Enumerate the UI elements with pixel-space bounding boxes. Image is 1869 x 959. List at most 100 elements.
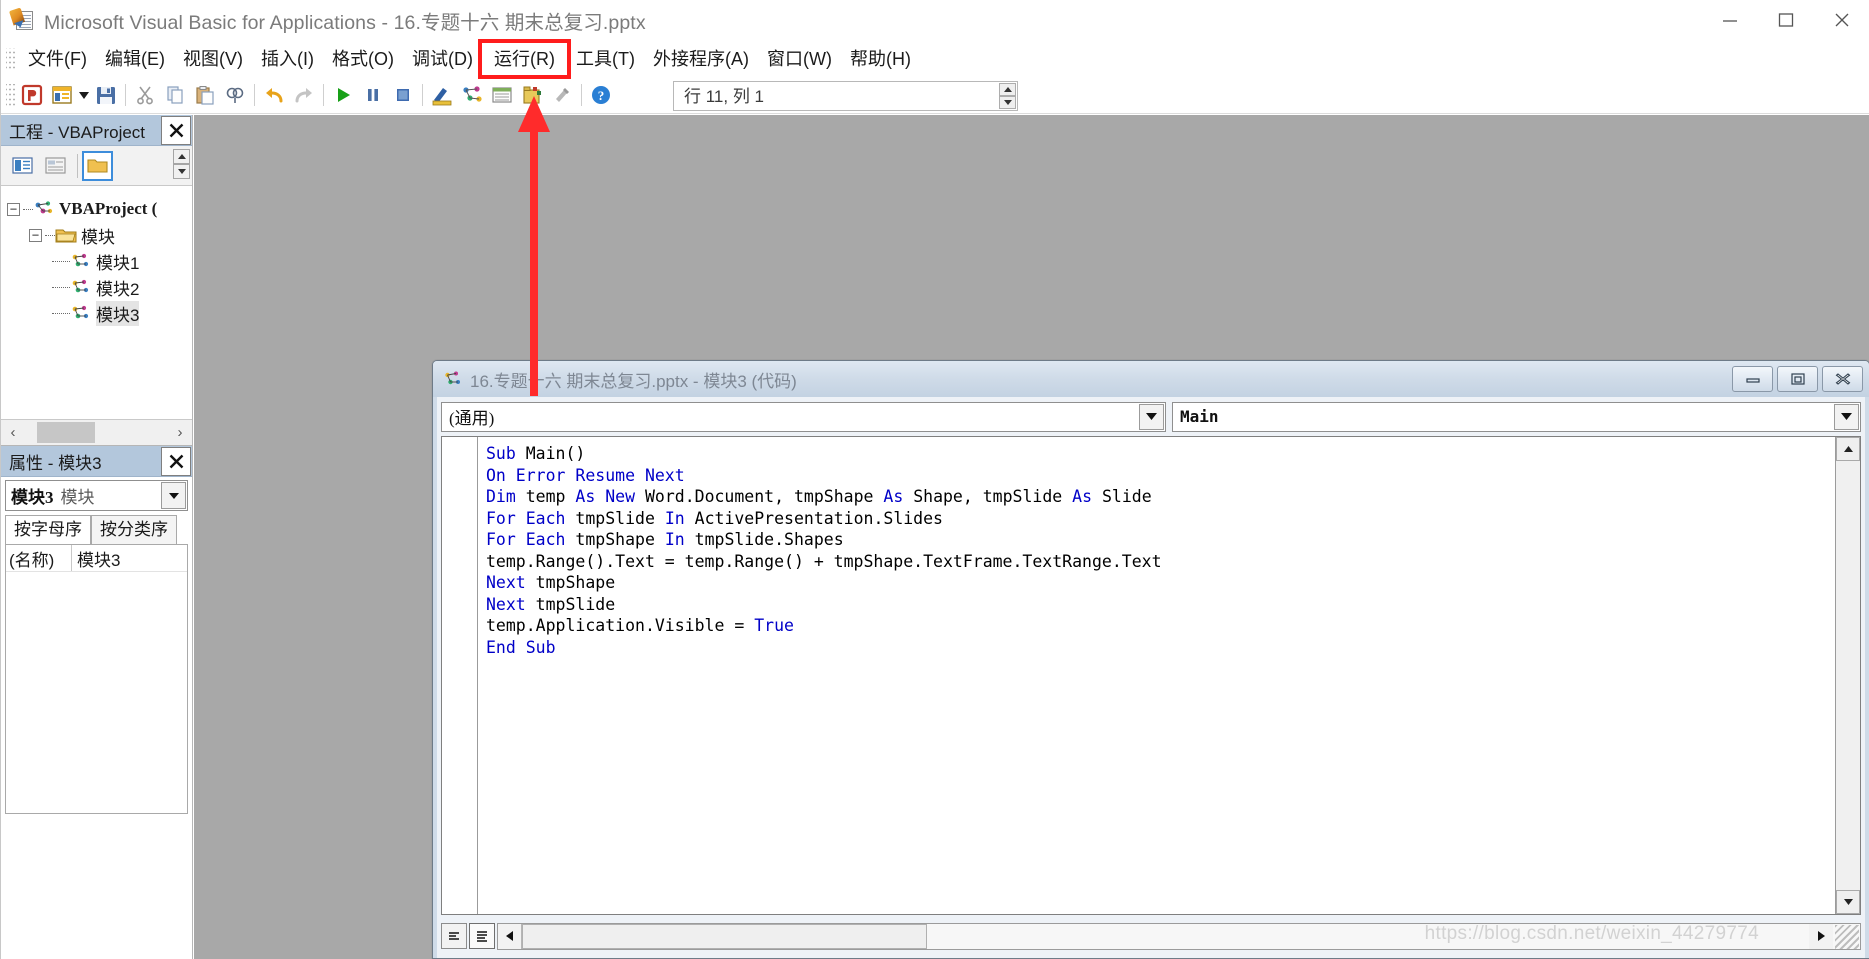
code-margin-indicator-bar[interactable]	[442, 437, 478, 914]
property-value[interactable]: 模块3	[72, 546, 120, 571]
code-keyword: For Each	[486, 530, 566, 549]
scroll-thumb[interactable]	[37, 422, 95, 443]
scroll-right-arrow[interactable]	[1809, 923, 1833, 949]
object-combo[interactable]: (通用)	[441, 401, 1166, 432]
menu-item-tools[interactable]: 工具(T)	[567, 43, 644, 75]
scroll-left-arrow[interactable]: ‹	[1, 420, 25, 445]
code-keyword: As New	[575, 487, 636, 506]
minimize-icon[interactable]	[1702, 0, 1758, 40]
save-icon[interactable]	[91, 80, 121, 110]
properties-object-type: 模块	[60, 488, 95, 507]
procedure-combo[interactable]: Main	[1172, 401, 1861, 432]
project-explorer-icon[interactable]	[457, 80, 487, 110]
menu-grip-handle[interactable]	[6, 47, 16, 70]
menu-item-run[interactable]: 运行(R)	[477, 38, 571, 79]
tree-item-modules-folder[interactable]: − 模块	[7, 222, 192, 248]
code-keyword: Next	[486, 594, 526, 614]
view-object-icon[interactable]	[40, 151, 71, 181]
insert-userform-icon[interactable]	[47, 80, 77, 110]
properties-object-combo[interactable]: 模块3 模块	[5, 480, 188, 511]
view-powerpoint-icon[interactable]	[17, 80, 47, 110]
full-module-view-icon[interactable]	[469, 923, 495, 949]
vba-app-icon	[8, 7, 35, 32]
project-explorer-toolbar	[1, 146, 192, 186]
view-code-icon[interactable]	[7, 151, 38, 181]
vbaproject-icon	[33, 200, 55, 218]
code-line: For Each tmpSlide In ActivePresentation.…	[486, 508, 1835, 530]
undo-icon[interactable]	[259, 80, 289, 110]
close-icon[interactable]	[1814, 0, 1869, 40]
tree-item-module1[interactable]: 模块1	[7, 248, 192, 274]
procedure-view-icon[interactable]	[441, 923, 467, 949]
restore-icon[interactable]	[1777, 366, 1818, 392]
code-combo-row: (通用) Main	[437, 397, 1865, 433]
redo-icon[interactable]	[289, 80, 319, 110]
chevron-down-icon[interactable]	[161, 482, 186, 509]
tree-item-module3[interactable]: 模块3	[7, 300, 192, 326]
chevron-down-icon[interactable]	[1834, 403, 1859, 430]
chevron-down-icon[interactable]	[77, 80, 91, 110]
scroll-track[interactable]	[25, 420, 168, 445]
project-horizontal-scrollbar[interactable]: ‹ ›	[1, 419, 192, 445]
property-row[interactable]: (名称) 模块3	[6, 545, 187, 572]
cut-icon[interactable]	[130, 80, 160, 110]
menu-item-window[interactable]: 窗口(W)	[758, 43, 841, 75]
menu-item-debug[interactable]: 调试(D)	[403, 43, 482, 75]
run-icon[interactable]	[328, 80, 358, 110]
scroll-up-arrow[interactable]	[999, 83, 1016, 96]
menu-item-insert[interactable]: 插入(I)	[252, 43, 323, 75]
project-explorer-close-icon[interactable]	[161, 115, 191, 145]
property-key: (名称)	[6, 545, 72, 571]
help-icon[interactable]: ?	[586, 80, 616, 110]
code-keyword: Dim	[486, 487, 516, 506]
toggle-folders-icon[interactable]	[82, 150, 113, 181]
code-line: On Error Resume Next	[486, 465, 1835, 487]
break-icon[interactable]	[358, 80, 388, 110]
tree-item-vbaproject[interactable]: − VBAProject (	[7, 196, 192, 222]
reset-icon[interactable]	[388, 80, 418, 110]
watermark-text: https://blog.csdn.net/weixin_44279774	[1424, 923, 1759, 944]
minimize-icon[interactable]	[1732, 366, 1773, 392]
menu-item-view[interactable]: 视图(V)	[174, 43, 252, 75]
tree-item-module2[interactable]: 模块2	[7, 274, 192, 300]
code-window-titlebar[interactable]: 16.专题十六 期末总复习.pptx - 模块3 (代码)	[433, 361, 1869, 397]
scroll-down-arrow[interactable]	[1836, 890, 1860, 914]
tab-alphabetic[interactable]: 按字母序	[5, 515, 91, 544]
module-icon	[70, 252, 92, 270]
project-explorer-panel: 工程 - VBAProject − VBAProject (− 模块 模块1 …	[1, 115, 193, 445]
scroll-down-arrow[interactable]	[999, 96, 1016, 109]
expander-icon[interactable]: −	[7, 202, 20, 216]
properties-window-icon[interactable]	[487, 80, 517, 110]
maximize-icon[interactable]	[1758, 0, 1814, 40]
menu-item-edit[interactable]: 编辑(E)	[96, 43, 174, 75]
menu-item-addins[interactable]: 外接程序(A)	[644, 43, 758, 75]
scroll-right-arrow[interactable]: ›	[168, 420, 192, 445]
resize-grip[interactable]	[1835, 924, 1859, 949]
copy-icon[interactable]	[160, 80, 190, 110]
design-mode-icon[interactable]	[427, 80, 457, 110]
paste-icon[interactable]	[190, 80, 220, 110]
tree-connector	[52, 312, 70, 314]
module-icon	[70, 304, 92, 322]
find-icon[interactable]	[220, 80, 250, 110]
tab-categorized[interactable]: 按分类序	[91, 515, 177, 544]
scroll-thumb[interactable]	[522, 923, 927, 949]
scroll-up-arrow[interactable]	[1836, 437, 1860, 461]
tree-connector	[52, 260, 70, 262]
scroll-left-arrow[interactable]	[498, 923, 522, 949]
code-text[interactable]: Sub Main() On Error Resume Next Dim temp A…	[478, 437, 1835, 914]
panel-scroll-spinner[interactable]	[173, 149, 190, 183]
code-vertical-scrollbar[interactable]	[1835, 437, 1860, 914]
menu-item-file[interactable]: 文件(F)	[19, 43, 96, 75]
code-editor: Sub Main() On Error Resume Next Dim temp A…	[441, 436, 1861, 915]
module-icon	[70, 278, 92, 296]
properties-close-icon[interactable]	[161, 446, 191, 476]
close-icon[interactable]	[1822, 366, 1863, 392]
chevron-down-icon[interactable]	[1139, 403, 1164, 430]
toolbar-grip-handle[interactable]	[6, 84, 15, 106]
menu-item-help[interactable]: 帮助(H)	[841, 43, 920, 75]
expander-icon[interactable]: −	[29, 228, 42, 242]
menu-item-format[interactable]: 格式(O)	[323, 43, 403, 75]
code-keyword: As	[1072, 487, 1093, 506]
properties-title: 属性 - 模块3	[9, 453, 102, 473]
